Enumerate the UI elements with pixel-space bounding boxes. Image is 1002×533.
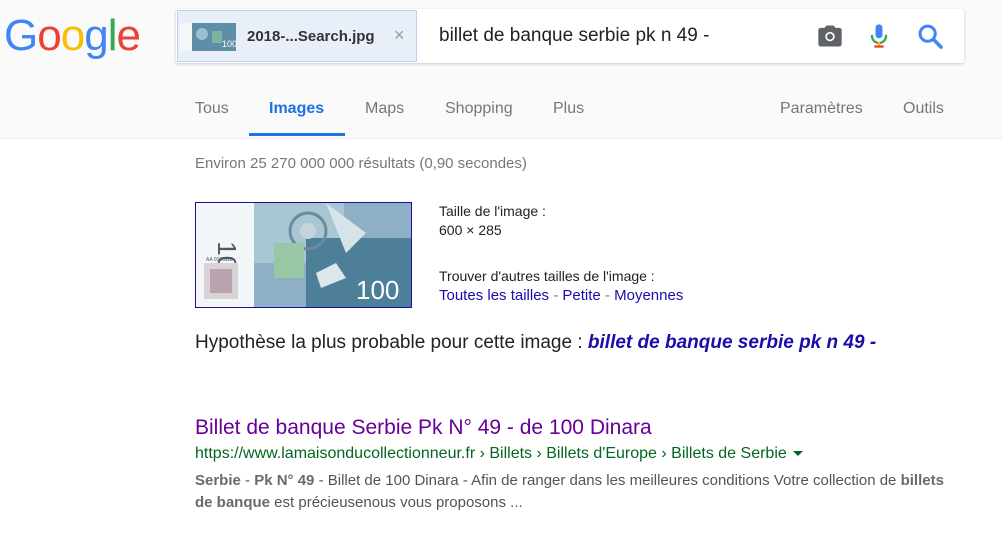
banknote-serial: AA 0000112 bbox=[206, 257, 233, 263]
link-all-sizes[interactable]: Toutes les tailles bbox=[439, 287, 549, 304]
result-snippet: Serbie - Pk N° 49 - Billet de 100 Dinara… bbox=[195, 470, 965, 514]
close-icon[interactable]: × bbox=[394, 25, 405, 46]
result-breadcrumb: https://www.lamaisonducollectionneur.fr … bbox=[195, 445, 787, 462]
tab-tous[interactable]: Tous bbox=[195, 100, 229, 118]
size-links: Toutes les tailles - Petite - Moyennes bbox=[439, 287, 683, 304]
logo-letter: G bbox=[4, 11, 38, 60]
result-title-link[interactable]: Billet de banque Serbie Pk N° 49 - de 10… bbox=[195, 416, 652, 440]
banknote-value: 100 bbox=[356, 275, 399, 305]
snippet-text: - Billet de 100 Dinara - Afin de ranger … bbox=[314, 472, 901, 489]
tab-parametres[interactable]: Paramètres bbox=[780, 100, 863, 118]
separator: - bbox=[604, 287, 610, 304]
search-icon[interactable] bbox=[916, 22, 944, 50]
active-tab-indicator bbox=[249, 133, 345, 136]
image-size-label: Taille de l'image : bbox=[439, 203, 546, 219]
tab-maps[interactable]: Maps bbox=[365, 100, 404, 118]
tab-plus[interactable]: Plus bbox=[553, 100, 584, 118]
banknote-image: 100 AA 0000112 100 bbox=[196, 203, 411, 307]
best-guess: Hypothèse la plus probable pour cette im… bbox=[195, 332, 876, 354]
image-query-chip[interactable]: 100 2018-...Search.jpg × bbox=[177, 10, 417, 62]
logo-letter: e bbox=[116, 11, 141, 60]
snippet-bold: Serbie bbox=[195, 472, 241, 489]
other-sizes-label: Trouver d'autres tailles de l'image : bbox=[439, 268, 655, 284]
svg-text:100: 100 bbox=[222, 39, 237, 49]
tab-outils[interactable]: Outils bbox=[903, 100, 944, 118]
search-box[interactable]: 100 2018-...Search.jpg × billet de banqu… bbox=[176, 9, 964, 63]
tab-images[interactable]: Images bbox=[269, 100, 324, 118]
query-image-thumbnail: 100 bbox=[180, 23, 237, 51]
snippet-text: est précieusenous vous proposons ... bbox=[270, 494, 523, 511]
result-image-thumbnail[interactable]: 100 AA 0000112 100 bbox=[195, 202, 412, 308]
microphone-icon[interactable] bbox=[865, 22, 893, 50]
camera-icon[interactable] bbox=[816, 22, 844, 50]
logo-letter: g bbox=[84, 11, 109, 60]
image-size-value: 600 × 285 bbox=[439, 222, 502, 238]
best-guess-label: Hypothèse la plus probable pour cette im… bbox=[195, 332, 588, 353]
result-url: https://www.lamaisonducollectionneur.fr … bbox=[195, 445, 803, 463]
google-logo[interactable]: Google bbox=[4, 8, 141, 64]
chevron-down-icon[interactable] bbox=[792, 451, 803, 457]
snippet-bold: Pk N° 49 bbox=[254, 472, 315, 489]
results-stats: Environ 25 270 000 000 résultats (0,90 s… bbox=[195, 155, 527, 172]
best-guess-link[interactable]: billet de banque serbie pk n 49 - bbox=[588, 332, 876, 353]
search-tabs: Tous Images Maps Shopping Plus Paramètre… bbox=[0, 88, 1002, 138]
header: Google 100 2018-...Search.jpg × billet d… bbox=[0, 0, 1002, 139]
link-small[interactable]: Petite bbox=[562, 287, 600, 304]
tab-shopping[interactable]: Shopping bbox=[445, 100, 513, 118]
snippet-text: - bbox=[240, 472, 255, 489]
search-query-text[interactable]: billet de banque serbie pk n 49 - bbox=[439, 25, 709, 47]
logo-letter: o bbox=[60, 11, 86, 60]
logo-letter: o bbox=[37, 11, 62, 60]
logo-letter: l bbox=[107, 11, 118, 60]
link-medium[interactable]: Moyennes bbox=[614, 287, 683, 304]
query-image-filename: 2018-...Search.jpg bbox=[247, 28, 375, 45]
separator: - bbox=[553, 287, 559, 304]
